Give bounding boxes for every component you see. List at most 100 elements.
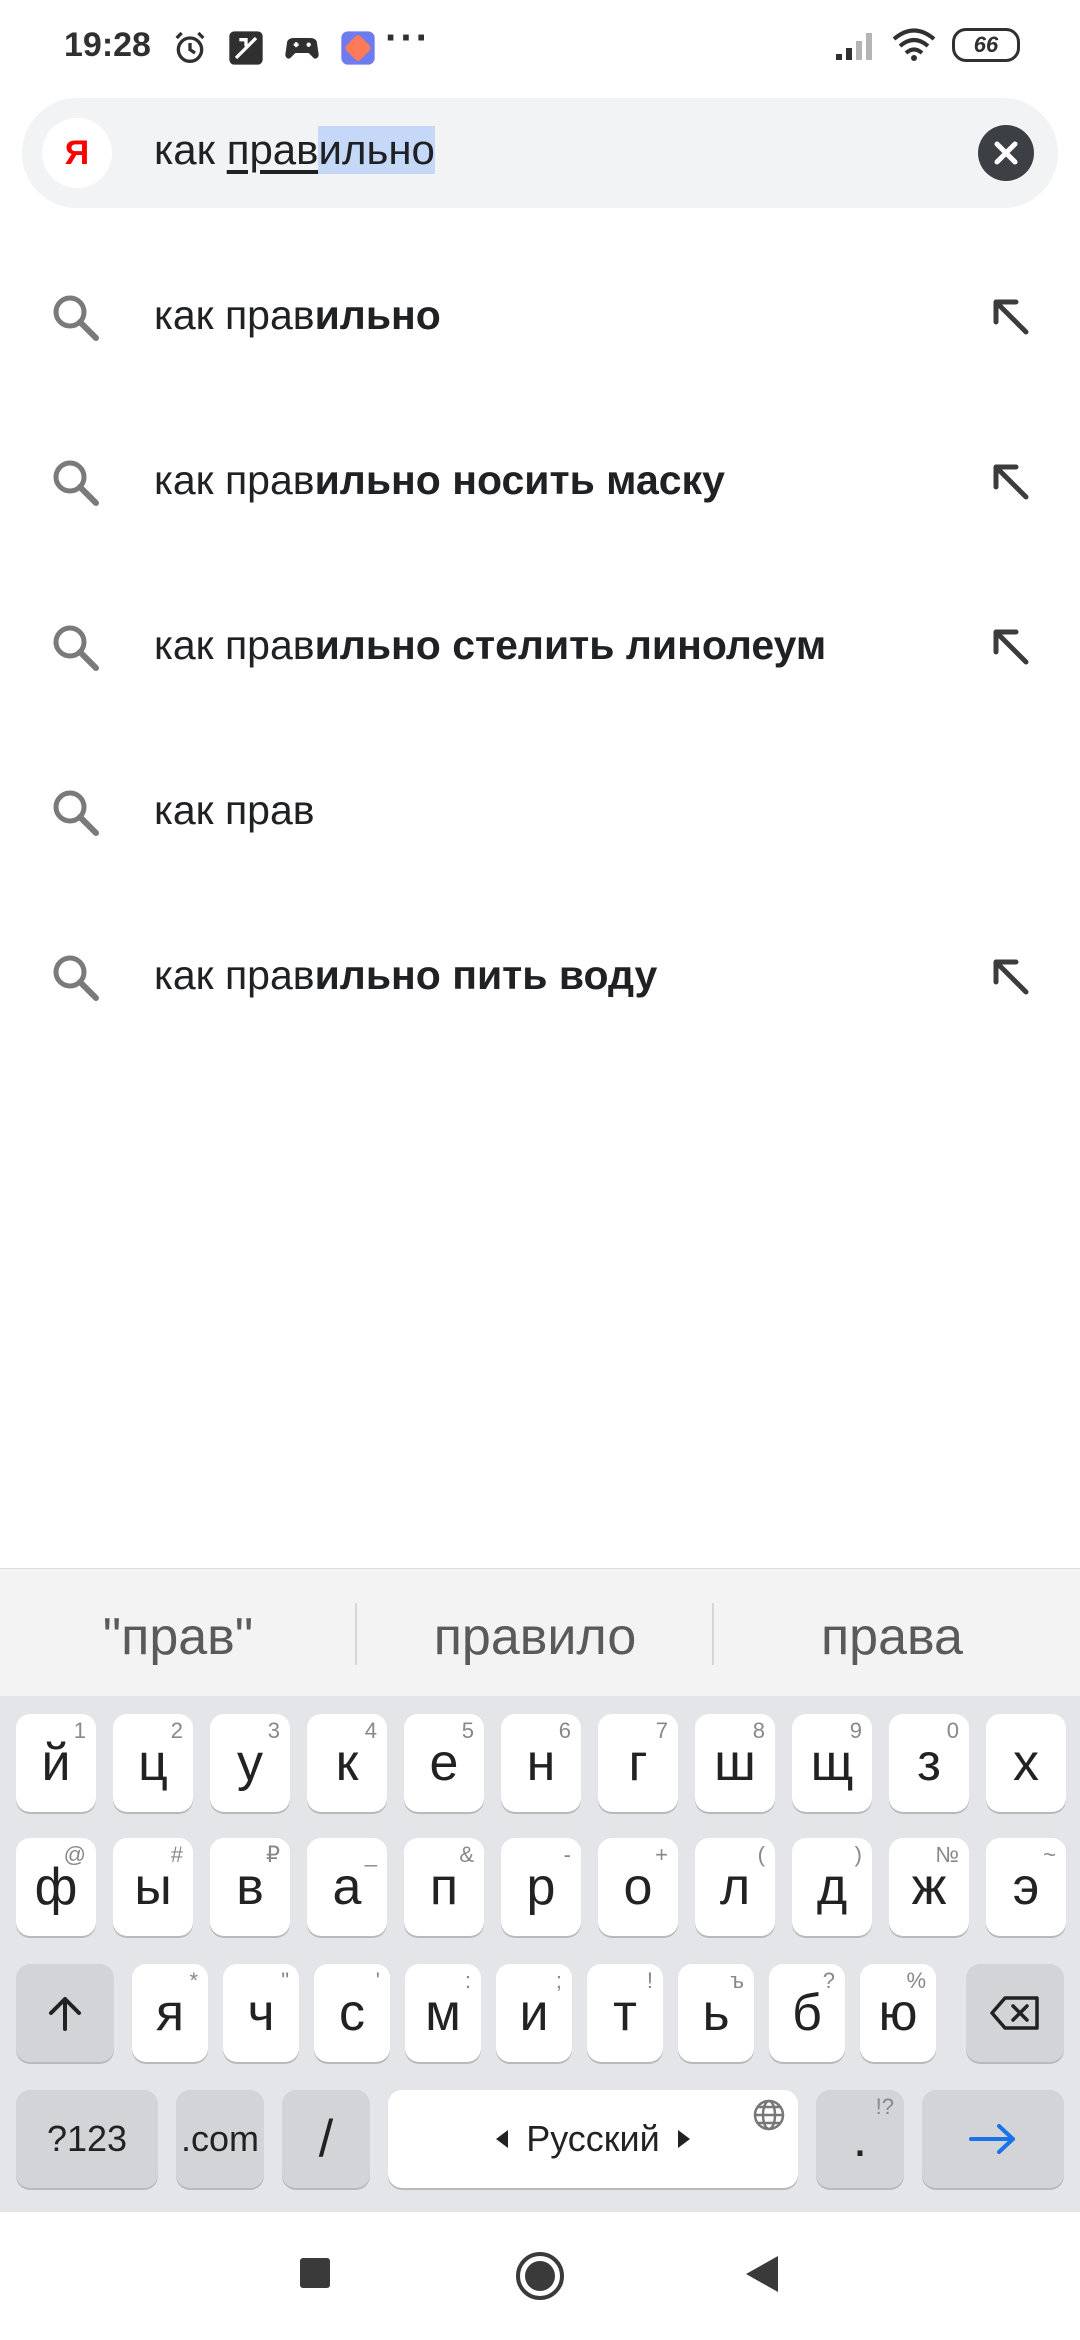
key-в[interactable]: в ₽ [210, 1838, 290, 1936]
word-suggestion[interactable]: "прав" [0, 1607, 356, 1667]
slash-key[interactable]: / [282, 2090, 370, 2188]
backspace-key[interactable] [966, 1964, 1064, 2062]
key-alt-label: 2 [170, 1718, 183, 1743]
suggestion-item[interactable]: как прав [0, 735, 1080, 900]
key-label: щ [810, 1734, 854, 1792]
key-х[interactable]: х [986, 1714, 1066, 1812]
suggestion-item[interactable]: как правильно пить воду [0, 900, 1080, 1065]
language-left-arrow-icon [496, 2130, 509, 2148]
key-label: о [623, 1858, 653, 1916]
key-alt-label: " [281, 1968, 289, 1993]
key-alt-label: ) [854, 1842, 862, 1867]
key-ч[interactable]: ч " [223, 1964, 299, 2062]
key-label: п [429, 1858, 459, 1916]
key-а[interactable]: а _ [307, 1838, 387, 1936]
suggestion-text: как правильно пить воду [154, 952, 658, 998]
globe-icon [753, 2099, 785, 2131]
period-key-alt: !? [875, 2094, 894, 2119]
key-ю[interactable]: ю% [860, 1964, 936, 2062]
key-label: и [519, 1984, 549, 2042]
key-д[interactable]: д) [792, 1838, 872, 1936]
status-bar: 19:28 ··· 66 [0, 0, 1080, 92]
wifi-icon [892, 28, 936, 61]
search-bar[interactable]: Я как прав ильно [22, 98, 1058, 208]
suggestion-item[interactable]: как правильно носить маску [0, 405, 1080, 570]
key-ц[interactable]: ц2 [113, 1714, 193, 1812]
key-у[interactable]: у3 [210, 1714, 290, 1812]
key-т[interactable]: т! [587, 1964, 663, 2062]
key-label: ц [138, 1734, 168, 1792]
key-alt-label: ! [646, 1968, 653, 1993]
key-label: м [425, 1984, 461, 2042]
key-alt-label: ; [555, 1968, 562, 1993]
key-л[interactable]: л( [695, 1838, 775, 1936]
space-key[interactable]: Русский [388, 2090, 798, 2188]
key-к[interactable]: к4 [307, 1714, 387, 1812]
key-alt-label: & [459, 1842, 474, 1867]
search-icon [53, 955, 99, 1001]
key-п[interactable]: п & [404, 1838, 484, 1936]
suggestion-item[interactable]: как правильно [0, 240, 1080, 405]
word-suggestion[interactable]: права [714, 1607, 1070, 1667]
language-right-arrow-icon [677, 2130, 690, 2148]
key-э[interactable]: э ~ [986, 1838, 1066, 1936]
com-key[interactable]: .com [176, 2090, 264, 2188]
key-alt-label: ? [822, 1968, 835, 1993]
key-alt-label: @ [63, 1842, 86, 1867]
keyboard-suggestion-strip: "прав" правило права [0, 1568, 1080, 1696]
close-icon [994, 141, 1018, 165]
yandex-logo: Я [42, 118, 112, 188]
suggestion-text: как правильно [154, 292, 441, 338]
key-р[interactable]: р- [501, 1838, 581, 1936]
key-alt-label: % [906, 1968, 926, 1993]
more-notifications-icon: ··· [385, 16, 431, 60]
alarm-icon [175, 31, 205, 64]
clear-button[interactable] [978, 125, 1034, 181]
back-button[interactable] [744, 2254, 780, 2294]
symbols-key[interactable]: ?123 [16, 2090, 158, 2188]
suggestion-item[interactable]: как правильно стелить линолеум [0, 570, 1080, 735]
query-autocomplete: ильно [318, 126, 435, 174]
period-key[interactable]: . !? [816, 2090, 904, 2188]
key-е[interactable]: е5 [404, 1714, 484, 1812]
key-з[interactable]: з0 [889, 1714, 969, 1812]
key-alt-label: № [935, 1842, 959, 1867]
key-ш[interactable]: ш8 [695, 1714, 775, 1812]
key-н[interactable]: н6 [501, 1714, 581, 1812]
shift-icon [49, 1997, 81, 2031]
key-ф[interactable]: ф @ [16, 1838, 96, 1936]
search-icon [53, 460, 99, 506]
key-м[interactable]: м: [405, 1964, 481, 2062]
fill-query-arrow-icon[interactable] [984, 455, 1036, 507]
key-и[interactable]: и; [496, 1964, 572, 2062]
enter-key[interactable] [922, 2090, 1064, 2188]
home-button[interactable] [514, 2250, 566, 2302]
search-input[interactable]: как прав ильно [154, 126, 435, 174]
suggestion-list: как правильно как правильно носить маску… [0, 240, 1080, 1065]
word-suggestion[interactable]: правило [357, 1607, 713, 1667]
key-о[interactable]: о + [598, 1838, 678, 1936]
status-notification-icons [170, 28, 378, 68]
key-с[interactable]: с ' [314, 1964, 390, 2062]
key-label: я [155, 1984, 185, 2042]
app-icon [341, 31, 375, 65]
fill-query-arrow-icon[interactable] [984, 290, 1036, 342]
key-ь[interactable]: ьъ [678, 1964, 754, 2062]
fill-query-arrow-icon[interactable] [984, 950, 1036, 1002]
key-б[interactable]: б? [769, 1964, 845, 2062]
key-ж[interactable]: ж № [889, 1838, 969, 1936]
key-щ[interactable]: щ9 [792, 1714, 872, 1812]
key-label: ь [702, 1984, 730, 2042]
key-label: н [526, 1734, 556, 1792]
key-я[interactable]: я * [132, 1964, 208, 2062]
fill-query-arrow-icon[interactable] [984, 620, 1036, 672]
key-г[interactable]: г7 [598, 1714, 678, 1812]
key-ы[interactable]: ы # [113, 1838, 193, 1936]
recents-button[interactable] [298, 2256, 332, 2290]
key-label: г [628, 1734, 648, 1792]
shift-key[interactable] [16, 1964, 114, 2062]
key-label: р [526, 1858, 556, 1916]
key-й[interactable]: й1 [16, 1714, 96, 1812]
key-label: ш [714, 1734, 756, 1792]
key-label: в [236, 1858, 264, 1916]
